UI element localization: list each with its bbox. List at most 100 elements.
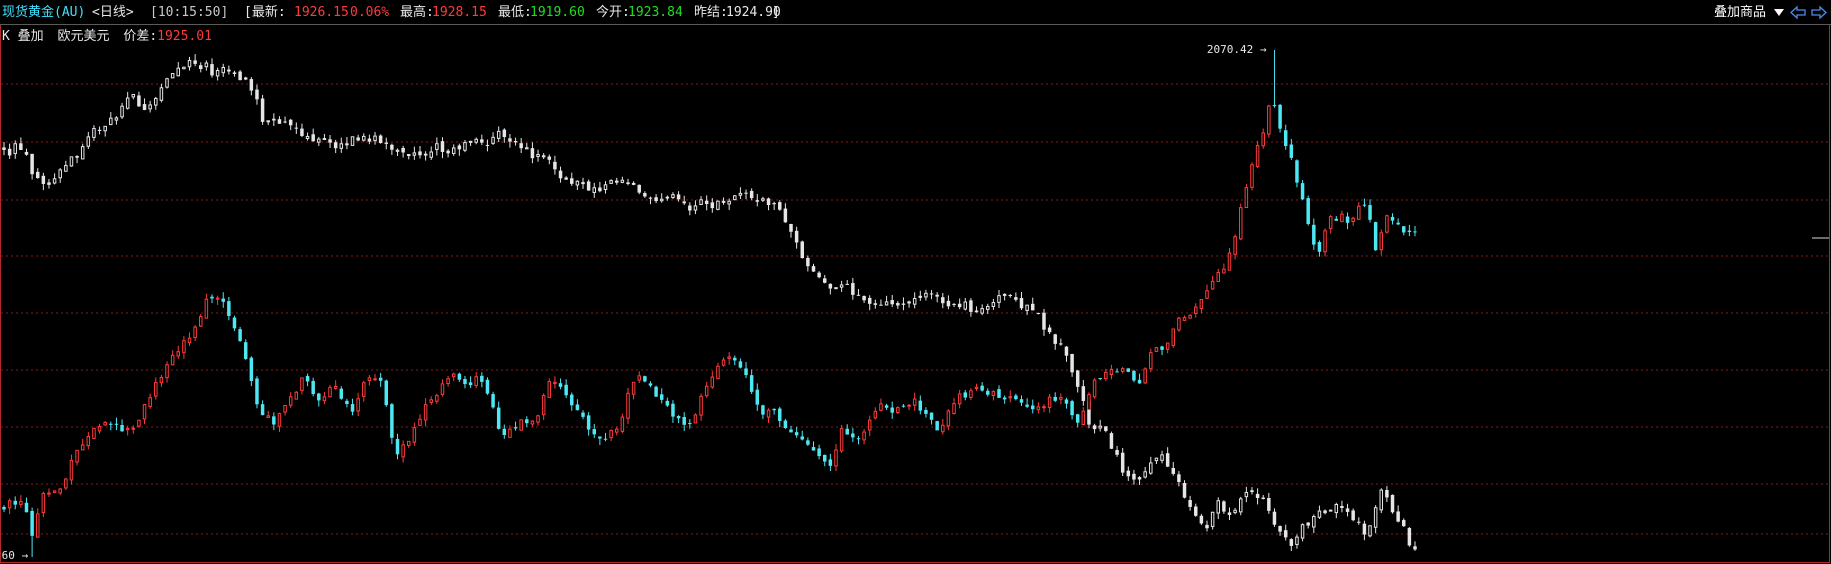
fx-candle	[969, 300, 973, 312]
gold-candle	[1244, 187, 1249, 209]
fx-candle	[333, 142, 338, 149]
gold-candle	[463, 378, 467, 385]
fx-candle	[536, 154, 540, 157]
gold-candle	[1222, 268, 1226, 274]
gold-candle	[1278, 104, 1282, 129]
fx-candle	[789, 224, 793, 232]
gold-candle	[1402, 226, 1406, 233]
fx-candle	[1132, 473, 1136, 480]
fx-candle	[2, 147, 6, 150]
fx-candle	[671, 194, 675, 199]
fx-candle	[1036, 312, 1041, 314]
gold-candle	[643, 376, 647, 382]
gold-candle	[502, 428, 507, 435]
fx-candle	[817, 272, 821, 278]
gold-candle	[1120, 368, 1125, 372]
fx-candle	[654, 197, 658, 202]
fx-candle	[862, 296, 866, 301]
gold-candle	[1053, 396, 1057, 401]
fx-candle	[1014, 297, 1018, 300]
fx-candle	[716, 200, 720, 210]
fx-candle	[97, 129, 102, 131]
gold-candle	[80, 444, 85, 451]
fx-candle	[1025, 304, 1029, 311]
gold-candle	[828, 459, 833, 466]
candlestick-chart[interactable]: 2070.42 → 1677.60 →	[0, 0, 1831, 564]
gold-candle	[238, 329, 242, 341]
gold-candle	[204, 298, 209, 319]
fx-candle	[1030, 303, 1035, 311]
fx-candle	[1182, 483, 1187, 498]
gold-candle	[547, 381, 552, 398]
gold-candle	[1171, 328, 1176, 346]
gold-candle	[103, 421, 107, 426]
fx-candle	[907, 301, 911, 304]
fx-candle	[1194, 506, 1198, 516]
gold-candle	[822, 454, 827, 462]
fx-candle	[384, 142, 389, 144]
fx-candle	[317, 138, 321, 143]
fx-candle	[1115, 450, 1119, 455]
gold-candle	[558, 383, 563, 387]
gold-candle	[570, 394, 574, 406]
gold-candle	[333, 385, 338, 389]
gold-candle	[1042, 406, 1046, 409]
fx-candle	[1261, 497, 1265, 499]
gold-candle	[615, 428, 619, 433]
fx-candle	[519, 143, 523, 149]
fx-candle	[676, 194, 681, 200]
gold-candle	[749, 375, 754, 392]
gold-candle	[941, 424, 945, 433]
gold-candle	[1334, 218, 1339, 221]
gold-candle	[19, 500, 23, 505]
gold-candle	[215, 297, 220, 300]
gold-candle	[980, 385, 984, 391]
fx-candle	[362, 135, 366, 141]
gold-candle	[1002, 397, 1007, 400]
gold-candle	[1328, 216, 1333, 229]
fx-candle	[710, 202, 715, 209]
fx-candle	[1283, 530, 1288, 538]
fx-candle	[794, 230, 799, 243]
fx-candle	[367, 138, 372, 142]
fx-candle	[761, 198, 765, 201]
gold-candle	[912, 398, 917, 406]
gold-candle	[367, 377, 372, 381]
fx-candle	[1379, 489, 1384, 511]
fx-candle	[19, 143, 23, 150]
fx-candle	[1255, 493, 1260, 499]
gold-candle	[1227, 252, 1232, 271]
gold-candle	[648, 383, 653, 386]
gold-candle	[1008, 396, 1012, 399]
fx-candle	[721, 200, 726, 203]
fx-candle	[1165, 453, 1170, 467]
gold-candle	[1188, 314, 1192, 319]
fx-candle	[631, 182, 636, 185]
gold-candle	[1092, 379, 1097, 398]
fx-candle	[277, 119, 282, 124]
gold-candle	[592, 429, 597, 435]
gold-candle	[727, 356, 731, 359]
gold-candle	[957, 393, 962, 405]
gold-candle	[1081, 410, 1086, 426]
fx-candle	[1059, 343, 1063, 345]
fx-candle	[339, 143, 344, 149]
gold-candle	[1238, 207, 1243, 240]
gold-candle	[676, 415, 681, 419]
gold-candle	[1030, 405, 1035, 410]
fx-candle	[828, 283, 833, 289]
gold-candle	[260, 404, 265, 416]
fx-candle	[502, 129, 507, 138]
gold-candle	[530, 420, 535, 425]
fx-candle	[1317, 510, 1322, 518]
fx-candle	[468, 140, 473, 143]
fx-candle	[463, 142, 467, 151]
gold-candle	[744, 368, 748, 376]
fx-candle	[1295, 536, 1299, 545]
gold-candle	[322, 396, 327, 402]
fx-candle	[699, 199, 703, 205]
gold-candle	[35, 513, 40, 538]
gold-candle	[1413, 231, 1417, 233]
fx-candle	[1312, 515, 1316, 528]
fx-candle	[1289, 539, 1294, 546]
